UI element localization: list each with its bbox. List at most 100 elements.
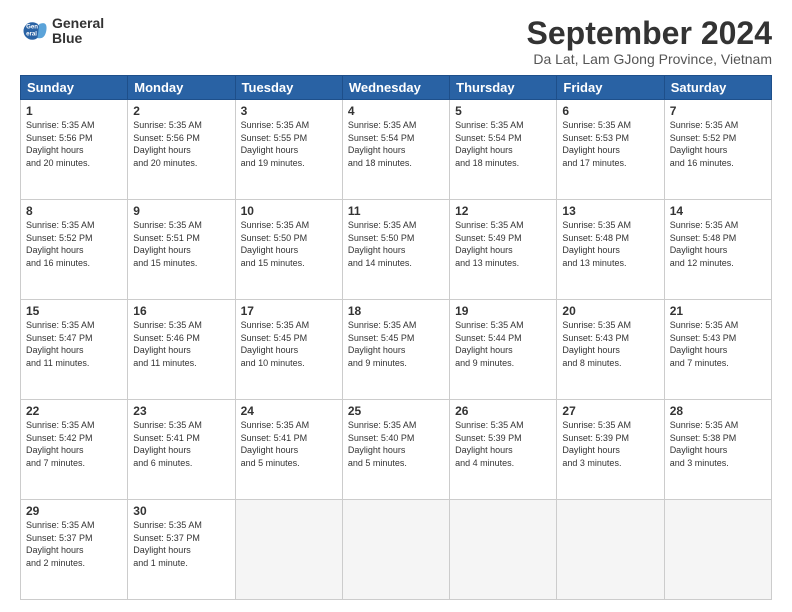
calendar-body: 1 Sunrise: 5:35 AMSunset: 5:56 PMDayligh… [21,100,772,600]
table-row: 16 Sunrise: 5:35 AMSunset: 5:46 PMDaylig… [128,300,235,400]
col-wednesday: Wednesday [342,76,449,100]
table-row: 21 Sunrise: 5:35 AMSunset: 5:43 PMDaylig… [664,300,771,400]
table-row: 30 Sunrise: 5:35 AMSunset: 5:37 PMDaylig… [128,500,235,600]
day-info: Sunrise: 5:35 AMSunset: 5:38 PMDaylight … [670,419,766,469]
header: Gen eral General Blue September 2024 Da … [20,16,772,67]
table-row: 8 Sunrise: 5:35 AMSunset: 5:52 PMDayligh… [21,200,128,300]
day-info: Sunrise: 5:35 AMSunset: 5:45 PMDaylight … [241,319,337,369]
col-sunday: Sunday [21,76,128,100]
day-number: 8 [26,204,122,218]
day-number: 6 [562,104,658,118]
logo: Gen eral General Blue [20,16,104,47]
logo-icon: Gen eral [20,17,48,45]
day-info: Sunrise: 5:35 AMSunset: 5:37 PMDaylight … [133,519,229,569]
day-info: Sunrise: 5:35 AMSunset: 5:44 PMDaylight … [455,319,551,369]
day-info: Sunrise: 5:35 AMSunset: 5:45 PMDaylight … [348,319,444,369]
day-number: 11 [348,204,444,218]
table-row: 29 Sunrise: 5:35 AMSunset: 5:37 PMDaylig… [21,500,128,600]
day-number: 14 [670,204,766,218]
calendar-row: 1 Sunrise: 5:35 AMSunset: 5:56 PMDayligh… [21,100,772,200]
table-row: 2 Sunrise: 5:35 AMSunset: 5:56 PMDayligh… [128,100,235,200]
table-row: 3 Sunrise: 5:35 AMSunset: 5:55 PMDayligh… [235,100,342,200]
day-number: 18 [348,304,444,318]
day-number: 25 [348,404,444,418]
day-info: Sunrise: 5:35 AMSunset: 5:52 PMDaylight … [26,219,122,269]
day-number: 9 [133,204,229,218]
day-info: Sunrise: 5:35 AMSunset: 5:50 PMDaylight … [241,219,337,269]
calendar-row: 8 Sunrise: 5:35 AMSunset: 5:52 PMDayligh… [21,200,772,300]
table-row: 25 Sunrise: 5:35 AMSunset: 5:40 PMDaylig… [342,400,449,500]
day-info: Sunrise: 5:35 AMSunset: 5:37 PMDaylight … [26,519,122,569]
table-row: 20 Sunrise: 5:35 AMSunset: 5:43 PMDaylig… [557,300,664,400]
day-number: 23 [133,404,229,418]
table-row: 4 Sunrise: 5:35 AMSunset: 5:54 PMDayligh… [342,100,449,200]
day-info: Sunrise: 5:35 AMSunset: 5:47 PMDaylight … [26,319,122,369]
table-row: 28 Sunrise: 5:35 AMSunset: 5:38 PMDaylig… [664,400,771,500]
calendar-row: 22 Sunrise: 5:35 AMSunset: 5:42 PMDaylig… [21,400,772,500]
table-row: 26 Sunrise: 5:35 AMSunset: 5:39 PMDaylig… [450,400,557,500]
table-row: 17 Sunrise: 5:35 AMSunset: 5:45 PMDaylig… [235,300,342,400]
col-tuesday: Tuesday [235,76,342,100]
svg-text:Gen: Gen [26,24,38,31]
day-number: 30 [133,504,229,518]
sub-title: Da Lat, Lam GJong Province, Vietnam [527,51,772,67]
logo-line1: General [52,16,104,31]
table-row: 12 Sunrise: 5:35 AMSunset: 5:49 PMDaylig… [450,200,557,300]
col-friday: Friday [557,76,664,100]
table-row: 15 Sunrise: 5:35 AMSunset: 5:47 PMDaylig… [21,300,128,400]
day-number: 19 [455,304,551,318]
day-number: 15 [26,304,122,318]
table-row [450,500,557,600]
day-number: 4 [348,104,444,118]
day-info: Sunrise: 5:35 AMSunset: 5:55 PMDaylight … [241,119,337,169]
table-row: 11 Sunrise: 5:35 AMSunset: 5:50 PMDaylig… [342,200,449,300]
table-row [557,500,664,600]
day-number: 3 [241,104,337,118]
table-row: 7 Sunrise: 5:35 AMSunset: 5:52 PMDayligh… [664,100,771,200]
day-number: 29 [26,504,122,518]
calendar-header-row: Sunday Monday Tuesday Wednesday Thursday… [21,76,772,100]
day-info: Sunrise: 5:35 AMSunset: 5:52 PMDaylight … [670,119,766,169]
day-info: Sunrise: 5:35 AMSunset: 5:51 PMDaylight … [133,219,229,269]
col-saturday: Saturday [664,76,771,100]
table-row: 22 Sunrise: 5:35 AMSunset: 5:42 PMDaylig… [21,400,128,500]
day-info: Sunrise: 5:35 AMSunset: 5:43 PMDaylight … [562,319,658,369]
day-number: 17 [241,304,337,318]
day-info: Sunrise: 5:35 AMSunset: 5:54 PMDaylight … [455,119,551,169]
day-info: Sunrise: 5:35 AMSunset: 5:39 PMDaylight … [455,419,551,469]
table-row: 10 Sunrise: 5:35 AMSunset: 5:50 PMDaylig… [235,200,342,300]
table-row: 18 Sunrise: 5:35 AMSunset: 5:45 PMDaylig… [342,300,449,400]
table-row: 1 Sunrise: 5:35 AMSunset: 5:56 PMDayligh… [21,100,128,200]
day-number: 22 [26,404,122,418]
table-row [235,500,342,600]
table-row: 24 Sunrise: 5:35 AMSunset: 5:41 PMDaylig… [235,400,342,500]
table-row: 23 Sunrise: 5:35 AMSunset: 5:41 PMDaylig… [128,400,235,500]
page: Gen eral General Blue September 2024 Da … [0,0,792,612]
day-info: Sunrise: 5:35 AMSunset: 5:50 PMDaylight … [348,219,444,269]
day-number: 26 [455,404,551,418]
day-info: Sunrise: 5:35 AMSunset: 5:43 PMDaylight … [670,319,766,369]
day-number: 16 [133,304,229,318]
table-row [664,500,771,600]
day-number: 24 [241,404,337,418]
day-number: 28 [670,404,766,418]
day-info: Sunrise: 5:35 AMSunset: 5:54 PMDaylight … [348,119,444,169]
table-row: 14 Sunrise: 5:35 AMSunset: 5:48 PMDaylig… [664,200,771,300]
day-info: Sunrise: 5:35 AMSunset: 5:46 PMDaylight … [133,319,229,369]
day-number: 1 [26,104,122,118]
main-title: September 2024 [527,16,772,51]
table-row: 5 Sunrise: 5:35 AMSunset: 5:54 PMDayligh… [450,100,557,200]
title-block: September 2024 Da Lat, Lam GJong Provinc… [527,16,772,67]
logo-text: General Blue [52,16,104,47]
day-info: Sunrise: 5:35 AMSunset: 5:39 PMDaylight … [562,419,658,469]
table-row: 19 Sunrise: 5:35 AMSunset: 5:44 PMDaylig… [450,300,557,400]
table-row: 6 Sunrise: 5:35 AMSunset: 5:53 PMDayligh… [557,100,664,200]
day-info: Sunrise: 5:35 AMSunset: 5:49 PMDaylight … [455,219,551,269]
day-number: 5 [455,104,551,118]
day-info: Sunrise: 5:35 AMSunset: 5:53 PMDaylight … [562,119,658,169]
day-info: Sunrise: 5:35 AMSunset: 5:56 PMDaylight … [133,119,229,169]
day-info: Sunrise: 5:35 AMSunset: 5:42 PMDaylight … [26,419,122,469]
day-number: 10 [241,204,337,218]
table-row: 27 Sunrise: 5:35 AMSunset: 5:39 PMDaylig… [557,400,664,500]
day-info: Sunrise: 5:35 AMSunset: 5:41 PMDaylight … [241,419,337,469]
